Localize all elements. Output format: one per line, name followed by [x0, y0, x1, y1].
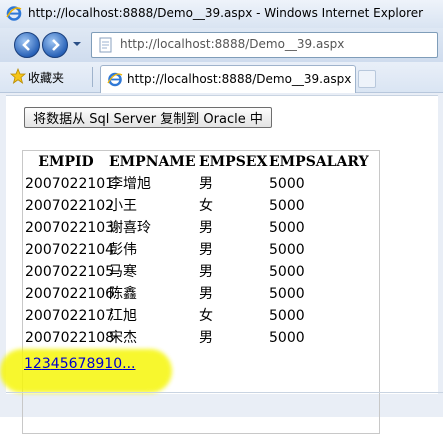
cell-empsex: 男: [199, 242, 213, 258]
table-row: 2007022102 小王 女 5000: [23, 195, 379, 217]
page-link-more[interactable]: ...: [122, 356, 135, 372]
cell-empsalary: 5000: [269, 242, 305, 258]
new-tab-button[interactable]: [358, 70, 376, 88]
cell-empsex: 女: [199, 308, 213, 324]
cell-empsalary: 5000: [269, 198, 305, 214]
address-url: http://localhost:8888/Demo__39.aspx: [120, 37, 345, 51]
cell-empname: 李增旭: [109, 176, 151, 192]
window-frame-right: [438, 94, 443, 394]
cell-empname: 小王: [109, 198, 137, 214]
column-header-empname: EMPNAME: [109, 154, 196, 170]
favorites-star-icon[interactable]: [10, 68, 26, 84]
table-row: 2007022106 陈鑫 男 5000: [23, 283, 379, 305]
ie-logo-icon: [6, 6, 22, 21]
page-link-4[interactable]: 4: [51, 356, 60, 372]
cell-empsalary: 5000: [269, 220, 305, 236]
table-row: 2007022108 宋杰 男 5000: [23, 327, 379, 349]
table-row: 2007022103 谢喜玲 男 5000: [23, 217, 379, 239]
cell-empid: 2007022103: [25, 220, 115, 236]
page-link-2[interactable]: 2: [33, 356, 42, 372]
tab-current[interactable]: http://localhost:8888/Demo__39.aspx: [100, 65, 356, 93]
cell-empname: 谢喜玲: [109, 220, 151, 236]
cell-empsex: 男: [199, 286, 213, 302]
favorites-label[interactable]: 收藏夹: [28, 69, 64, 86]
navigation-bar: http://localhost:8888/Demo__39.aspx: [0, 28, 443, 62]
page-link-10[interactable]: 10: [104, 356, 122, 372]
browser-window: http://localhost:8888/Demo__39.aspx - Wi…: [0, 0, 443, 434]
cell-empsalary: 5000: [269, 264, 305, 280]
window-title: http://localhost:8888/Demo__39.aspx - Wi…: [28, 6, 424, 20]
table-row: 2007022104 彭伟 男 5000: [23, 239, 379, 261]
page-content: 将数据从 Sql Server 复制到 Oracle 中 EMPID EMPNA…: [6, 95, 443, 434]
back-button[interactable]: [14, 32, 40, 58]
cell-empname: 宋杰: [109, 330, 137, 346]
page-link-3[interactable]: 3: [42, 356, 51, 372]
page-icon: [99, 37, 112, 53]
cell-empname: 陈鑫: [109, 286, 137, 302]
table-header: EMPID EMPNAME EMPSEX EMPSALARY: [23, 151, 379, 173]
pager: 12345678910...: [24, 353, 135, 375]
copy-data-button[interactable]: 将数据从 Sql Server 复制到 Oracle 中: [24, 107, 272, 128]
forward-arrow-icon: [52, 39, 60, 51]
back-arrow-icon: [22, 39, 30, 51]
address-bar[interactable]: http://localhost:8888/Demo__39.aspx: [91, 32, 438, 58]
column-header-empid: EMPID: [38, 154, 94, 170]
table-row: 2007022105 马寒 男 5000: [23, 261, 379, 283]
recent-pages-dropdown-icon[interactable]: [72, 39, 82, 49]
cell-empid: 2007022106: [25, 286, 115, 302]
cell-empid: 2007022101: [25, 176, 115, 192]
table-row: 2007022101 李增旭 男 5000: [23, 173, 379, 195]
cell-empname: 彭伟: [109, 242, 137, 258]
page-link-5[interactable]: 5: [60, 356, 69, 372]
title-bar: http://localhost:8888/Demo__39.aspx - Wi…: [0, 0, 443, 28]
cell-empsalary: 5000: [269, 176, 305, 192]
content-bottom-divider: [6, 392, 443, 393]
page-link-1[interactable]: 1: [24, 356, 33, 372]
column-header-empsex: EMPSEX: [199, 154, 268, 170]
column-header-empsalary: EMPSALARY: [269, 154, 369, 170]
cell-empid: 2007022102: [25, 198, 115, 214]
page-link-6[interactable]: 6: [69, 356, 78, 372]
cell-empsex: 男: [199, 220, 213, 236]
cell-empsex: 男: [199, 330, 213, 346]
cell-empid: 2007022108: [25, 330, 115, 346]
forward-button[interactable]: [42, 32, 68, 58]
cell-empsex: 男: [199, 176, 213, 192]
toolbar-divider: [92, 67, 93, 87]
cell-empsalary: 5000: [269, 308, 305, 324]
page-link-9[interactable]: 9: [95, 356, 104, 372]
cell-empid: 2007022104: [25, 242, 115, 258]
cell-empid: 2007022105: [25, 264, 115, 280]
cell-empsex: 女: [199, 198, 213, 214]
cell-empsalary: 5000: [269, 330, 305, 346]
table-row: 2007022107 江旭 女 5000: [23, 305, 379, 327]
cell-empid: 2007022107: [25, 308, 115, 324]
cell-empsex: 男: [199, 264, 213, 280]
cell-empname: 江旭: [109, 308, 137, 324]
tab-title: http://localhost:8888/Demo__39.aspx: [127, 72, 352, 86]
cell-empname: 马寒: [109, 264, 137, 280]
ie-page-icon: [107, 72, 123, 87]
cell-empsalary: 5000: [269, 286, 305, 302]
favorites-bar: 收藏夹 http://localhost:8888/Demo__39.aspx: [0, 62, 443, 93]
